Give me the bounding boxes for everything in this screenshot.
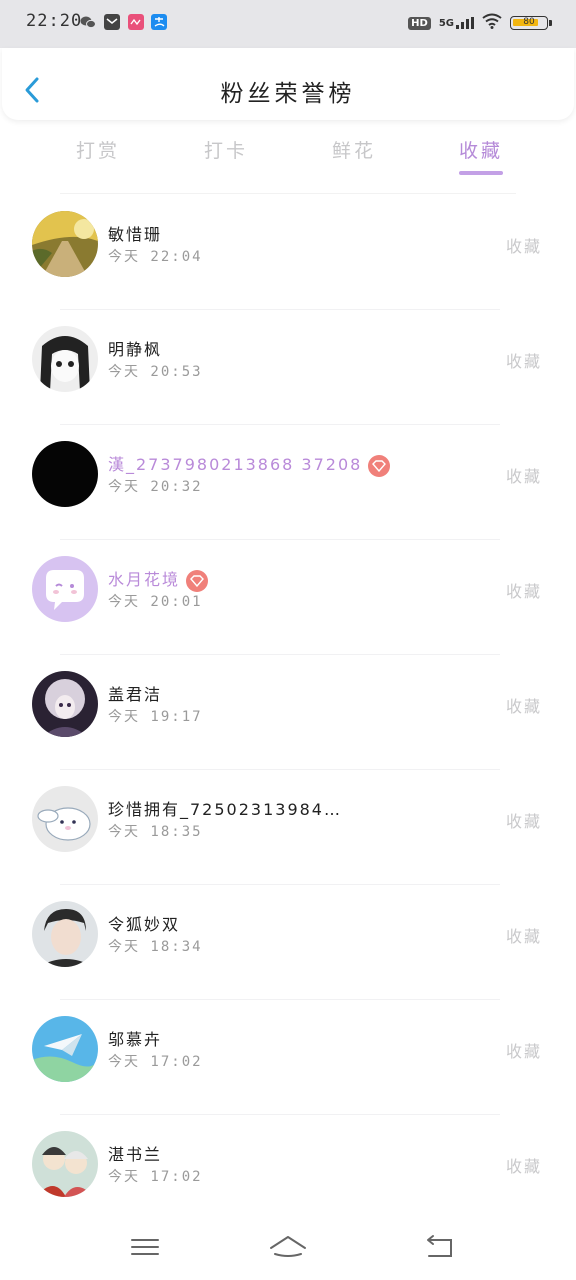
favorite-label[interactable]: 收藏 bbox=[506, 808, 542, 832]
battery-level: 80 bbox=[523, 17, 535, 27]
fan-time: 今天 17:02 bbox=[108, 1054, 203, 1070]
favorite-label[interactable]: 收藏 bbox=[506, 578, 542, 602]
battery-icon: 80 bbox=[510, 16, 552, 30]
fan-list: 敏惜珊 今天 22:04 收藏 明静枫 今天 20:53 收藏 漢_273798… bbox=[0, 195, 576, 1230]
page-header: 粉丝荣誉榜 bbox=[2, 48, 574, 120]
favorite-label[interactable]: 收藏 bbox=[506, 1153, 542, 1177]
fan-time: 今天 20:01 bbox=[108, 594, 203, 610]
avatar bbox=[32, 326, 98, 392]
list-item[interactable]: 盖君洁 今天 19:17 收藏 bbox=[0, 655, 576, 770]
fan-name-text: 漢_2737980213868 37208 bbox=[108, 455, 363, 474]
fan-name: 令狐妙双 bbox=[108, 915, 181, 934]
list-item[interactable]: 令狐妙双 今天 18:34 收藏 bbox=[0, 885, 576, 1000]
fan-name-text: 水月花境 bbox=[108, 570, 181, 589]
home-icon bbox=[270, 1236, 306, 1257]
avatar bbox=[32, 901, 98, 967]
tab-favorites[interactable]: 收藏 bbox=[459, 136, 503, 163]
fan-time: 今天 22:04 bbox=[108, 249, 203, 265]
fan-time: 今天 20:53 bbox=[108, 364, 203, 380]
tab-bar: 打赏 打卡 鲜花 收藏 bbox=[0, 130, 576, 180]
fan-name: 湛书兰 bbox=[108, 1145, 163, 1164]
fan-time: 今天 20:32 bbox=[108, 479, 203, 495]
avatar bbox=[32, 441, 98, 507]
fan-name: 明静枫 bbox=[108, 340, 163, 359]
favorite-label[interactable]: 收藏 bbox=[506, 463, 542, 487]
favorite-label[interactable]: 收藏 bbox=[506, 1038, 542, 1062]
fan-time: 今天 19:17 bbox=[108, 709, 203, 725]
alipay-icon bbox=[151, 14, 167, 30]
avatar bbox=[32, 211, 98, 277]
avatar bbox=[32, 1131, 98, 1197]
wifi-icon bbox=[482, 13, 502, 33]
network-type: 5G bbox=[438, 18, 454, 29]
system-nav-bar bbox=[0, 1212, 576, 1280]
wechat-icon bbox=[80, 14, 96, 30]
avatar bbox=[32, 786, 98, 852]
fan-name: 水月花境 bbox=[108, 566, 209, 592]
list-item[interactable]: 水月花境 今天 20:01 收藏 bbox=[0, 540, 576, 655]
list-item[interactable]: 明静枫 今天 20:53 收藏 bbox=[0, 310, 576, 425]
avatar bbox=[32, 1016, 98, 1082]
fan-name: 邬慕卉 bbox=[108, 1030, 163, 1049]
diamond-icon bbox=[372, 459, 387, 472]
back-nav-button[interactable] bbox=[421, 1232, 457, 1262]
favorite-label[interactable]: 收藏 bbox=[506, 923, 542, 947]
list-item[interactable]: 漢_2737980213868 37208 今天 20:32 收藏 bbox=[0, 425, 576, 540]
list-item[interactable]: 敏惜珊 今天 22:04 收藏 bbox=[0, 195, 576, 310]
mail-icon bbox=[104, 14, 120, 30]
fan-name: 珍惜拥有_72502313984… bbox=[108, 800, 342, 819]
vip-badge bbox=[368, 454, 391, 477]
tab-flowers[interactable]: 鲜花 bbox=[332, 136, 376, 163]
app-red-icon bbox=[128, 14, 144, 30]
favorite-label[interactable]: 收藏 bbox=[506, 348, 542, 372]
favorite-label[interactable]: 收藏 bbox=[506, 233, 542, 257]
menu-icon bbox=[131, 1239, 159, 1255]
status-time: 22:20 bbox=[26, 11, 83, 31]
vip-badge bbox=[186, 569, 209, 592]
tab-tip[interactable]: 打赏 bbox=[76, 136, 120, 163]
status-bar: 22:20 HD 5G 80 bbox=[0, 0, 576, 48]
hd-indicator: HD bbox=[408, 16, 431, 30]
fan-name: 漢_2737980213868 37208 bbox=[108, 451, 391, 477]
list-item[interactable]: 邬慕卉 今天 17:02 收藏 bbox=[0, 1000, 576, 1115]
divider bbox=[60, 193, 516, 194]
fan-name: 敏惜珊 bbox=[108, 225, 163, 244]
avatar bbox=[32, 671, 98, 737]
tab-checkin[interactable]: 打卡 bbox=[204, 136, 248, 163]
fan-time: 今天 18:35 bbox=[108, 824, 203, 840]
status-right: HD 5G 80 bbox=[408, 13, 552, 33]
menu-button[interactable] bbox=[127, 1232, 163, 1262]
page-title: 粉丝荣誉榜 bbox=[220, 81, 356, 107]
list-item[interactable]: 珍惜拥有_72502313984… 今天 18:35 收藏 bbox=[0, 770, 576, 885]
back-icon bbox=[427, 1235, 452, 1257]
fan-time: 今天 18:34 bbox=[108, 939, 203, 955]
home-button[interactable] bbox=[268, 1232, 308, 1262]
signal-icon: 5G bbox=[439, 17, 474, 29]
favorite-label[interactable]: 收藏 bbox=[506, 693, 542, 717]
fan-time: 今天 17:02 bbox=[108, 1169, 203, 1185]
diamond-icon bbox=[190, 574, 204, 587]
avatar bbox=[32, 556, 98, 622]
fan-name: 盖君洁 bbox=[108, 685, 163, 704]
tab-indicator bbox=[459, 171, 503, 175]
